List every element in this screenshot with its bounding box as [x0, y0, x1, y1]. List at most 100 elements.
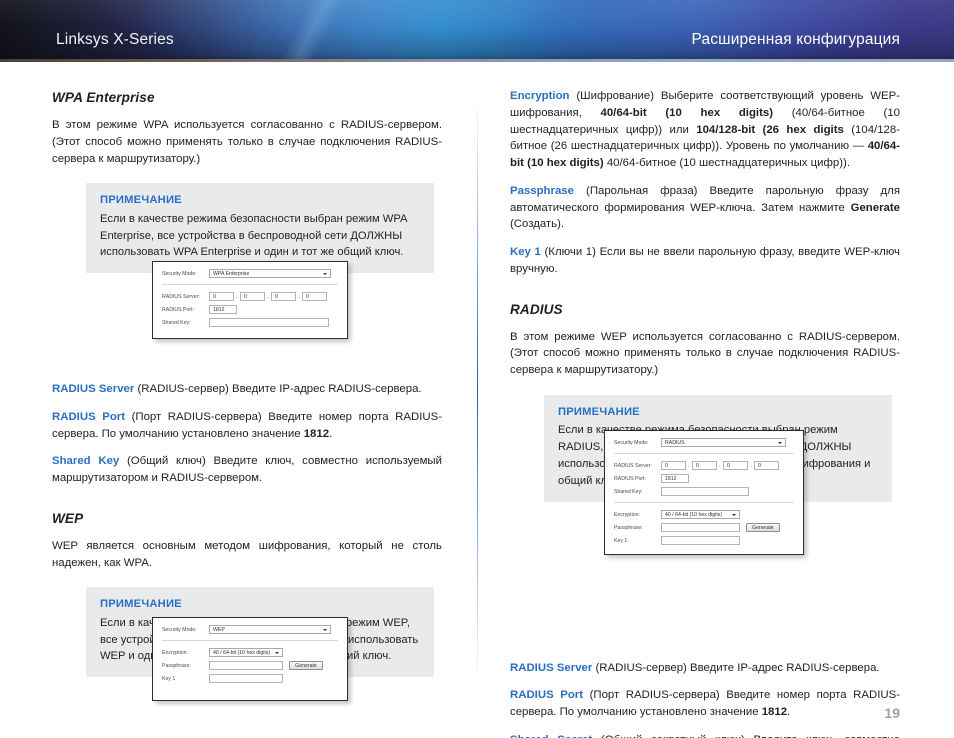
- row-radius-server: RADIUS Server: 0 . 0 . 0 . 0: [162, 292, 338, 301]
- shared-key-label: Shared Key:: [614, 488, 643, 495]
- ip-octet-4[interactable]: 0: [754, 461, 779, 470]
- ip-octet-1[interactable]: 0: [209, 292, 234, 301]
- column-divider: [477, 95, 478, 685]
- figure-content: Security Mode: RADIUS RADIUS Server: 0 .…: [605, 431, 803, 554]
- shared-key-input[interactable]: [209, 318, 329, 327]
- paragraph-encryption: Encryption (Шифрование) Выберите соответ…: [510, 88, 900, 172]
- key1-input[interactable]: [661, 536, 740, 545]
- row-passphrase: Passphrase: Generate: [614, 522, 794, 533]
- security-mode-value: WEP: [213, 626, 225, 633]
- ip-octet-2[interactable]: 0: [692, 461, 717, 470]
- paragraph-shared-key: Shared Key (Общий ключ) Введите ключ, со…: [52, 453, 442, 487]
- figure-content: Security Mode: WEP Encryption: 40 / 64-b…: [153, 618, 347, 695]
- generate-button[interactable]: Generate: [289, 660, 323, 671]
- figure-divider: [162, 640, 338, 641]
- radius-port-input[interactable]: 1812: [661, 474, 689, 483]
- row-radius-server: RADIUS Server: 0 . 0 . 0 . 0: [614, 461, 794, 470]
- paragraph-passphrase: Passphrase (Парольная фраза) Введите пар…: [510, 183, 900, 233]
- figure-divider: [162, 284, 338, 285]
- passphrase-label: Passphrase:: [162, 662, 191, 669]
- row-shared-key: Shared Key:: [162, 318, 338, 327]
- row-security-mode: Security Mode: RADIUS: [614, 438, 794, 447]
- radius-port-default-value: 1812: [761, 706, 788, 719]
- chevron-down-icon: [323, 272, 327, 275]
- chevron-down-icon: [275, 651, 279, 654]
- term-radius-port-desc-b: .: [329, 427, 333, 440]
- row-encryption: Encryption: 40 / 64-bit (10 hex digits): [614, 510, 794, 519]
- shared-key-input[interactable]: [661, 487, 749, 496]
- section-title: Расширенная конфигурация: [691, 31, 900, 48]
- paragraph-wpa-intro: В этом режиме WPA используется согласова…: [52, 118, 442, 165]
- encryption-level-40-64: 40/64-bit (10 hex digits): [600, 106, 774, 119]
- right-column: Encryption (Шифрование) Выберите соответ…: [510, 88, 900, 738]
- security-mode-select[interactable]: WEP: [209, 625, 331, 634]
- figure-wpa-enterprise-settings: Security Mode: WPA Enterprise RADIUS Ser…: [152, 261, 348, 339]
- page-header: Linksys X-Series Расширенная конфигураци…: [0, 0, 954, 62]
- paragraph-radius-port: RADIUS Port (Порт RADIUS-сервера) Введит…: [52, 409, 442, 443]
- ip-octet-2[interactable]: 0: [240, 292, 265, 301]
- key1-input[interactable]: [209, 674, 283, 683]
- row-security-mode: Security Mode: WEP: [162, 625, 338, 634]
- term-radius-server: RADIUS Server: [510, 661, 593, 674]
- ip-octet-1[interactable]: 0: [661, 461, 686, 470]
- term-passphrase: Passphrase: [510, 184, 574, 197]
- paragraph-shared-secret: Shared Secret (Общий секретный ключ) Вве…: [510, 732, 900, 738]
- term-encryption: Encryption: [510, 90, 570, 102]
- note-title: ПРИМЕЧАНИЕ: [100, 194, 182, 207]
- passphrase-input[interactable]: [209, 661, 283, 670]
- term-key-1-desc: (Ключи 1) Если вы не ввели парольную фра…: [510, 246, 900, 275]
- paragraph-key1: Key 1 (Ключи 1) Если вы не ввели парольн…: [510, 244, 900, 278]
- security-mode-select[interactable]: WPA Enterprise: [209, 269, 331, 278]
- header-diagonal-highlight: [235, 0, 385, 62]
- ip-octet-3[interactable]: 0: [723, 461, 748, 470]
- encryption-level-104-128: 104/128-bit (26 hex digits: [696, 123, 844, 136]
- document-page: Linksys X-Series Расширенная конфигураци…: [0, 0, 954, 738]
- security-mode-select[interactable]: RADIUS: [661, 438, 786, 447]
- chevron-down-icon: [732, 513, 736, 516]
- encryption-select[interactable]: 40 / 64-bit (10 hex digits): [661, 510, 740, 519]
- passphrase-label: Passphrase:: [614, 524, 643, 531]
- brand-title: Linksys X-Series: [56, 31, 174, 48]
- note-wpa-enterprise: ПРИМЕЧАНИЕ Если в качестве режима безопа…: [86, 183, 434, 274]
- term-radius-port-desc-b: .: [787, 706, 791, 719]
- figure-content: Security Mode: WPA Enterprise RADIUS Ser…: [153, 262, 347, 338]
- radius-port-label: RADIUS Port:: [162, 306, 194, 313]
- radius-port-input[interactable]: 1812: [209, 305, 237, 314]
- paragraph-radius-server-right: RADIUS Server (RADIUS-сервер) Введите IP…: [510, 660, 900, 677]
- key1-label: Key 1: [162, 675, 176, 682]
- figure-divider: [614, 453, 794, 454]
- row-shared-key: Shared Key:: [614, 487, 794, 496]
- term-radius-server: RADIUS Server: [52, 383, 135, 396]
- generate-button[interactable]: Generate: [746, 522, 780, 533]
- note-title: ПРИМЕЧАНИЕ: [558, 405, 640, 418]
- row-passphrase: Passphrase: Generate: [162, 660, 338, 671]
- row-encryption: Encryption: 40 / 64-bit (10 hex digits): [162, 648, 338, 657]
- paragraph-wep-intro: WEP является основным методом шифрования…: [52, 539, 442, 569]
- left-column: WPA Enterprise В этом режиме WPA использ…: [52, 88, 442, 693]
- header-underline: [0, 59, 954, 62]
- radius-server-ip-group: 0 . 0 . 0 . 0: [209, 292, 327, 301]
- heading-wpa-enterprise: WPA Enterprise: [52, 90, 155, 105]
- radius-server-label: RADIUS Server:: [162, 293, 200, 300]
- encryption-select[interactable]: 40 / 64-bit (10 hex digits): [209, 648, 283, 657]
- security-mode-label: Security Mode:: [162, 626, 197, 633]
- radius-server-label: RADIUS Server:: [614, 462, 652, 469]
- term-radius-port: RADIUS Port: [52, 410, 126, 423]
- security-mode-label: Security Mode:: [614, 439, 649, 446]
- radius-server-ip-group: 0 . 0 . 0 . 0: [661, 461, 779, 470]
- term-radius-server-desc: (RADIUS-сервер) Введите IP-адрес RADIUS-…: [592, 661, 880, 674]
- row-radius-port: RADIUS Port: 1812: [614, 474, 794, 483]
- row-security-mode: Security Mode: WPA Enterprise: [162, 269, 338, 278]
- encryption-value: 40 / 64-bit (10 hex digits): [665, 511, 723, 518]
- ip-octet-4[interactable]: 0: [302, 292, 327, 301]
- ip-octet-3[interactable]: 0: [271, 292, 296, 301]
- heading-radius: RADIUS: [510, 301, 563, 317]
- row-key1: Key 1: [162, 674, 338, 683]
- term-shared-key: Shared Key: [52, 455, 120, 468]
- figure-radius-settings: Security Mode: RADIUS RADIUS Server: 0 .…: [604, 430, 804, 555]
- term-radius-port: RADIUS Port: [510, 689, 584, 702]
- security-mode-label: Security Mode:: [162, 270, 197, 277]
- passphrase-input[interactable]: [661, 523, 740, 532]
- encryption-value: 40 / 64-bit (10 hex digits): [213, 649, 271, 656]
- row-radius-port: RADIUS Port: 1812: [162, 305, 338, 314]
